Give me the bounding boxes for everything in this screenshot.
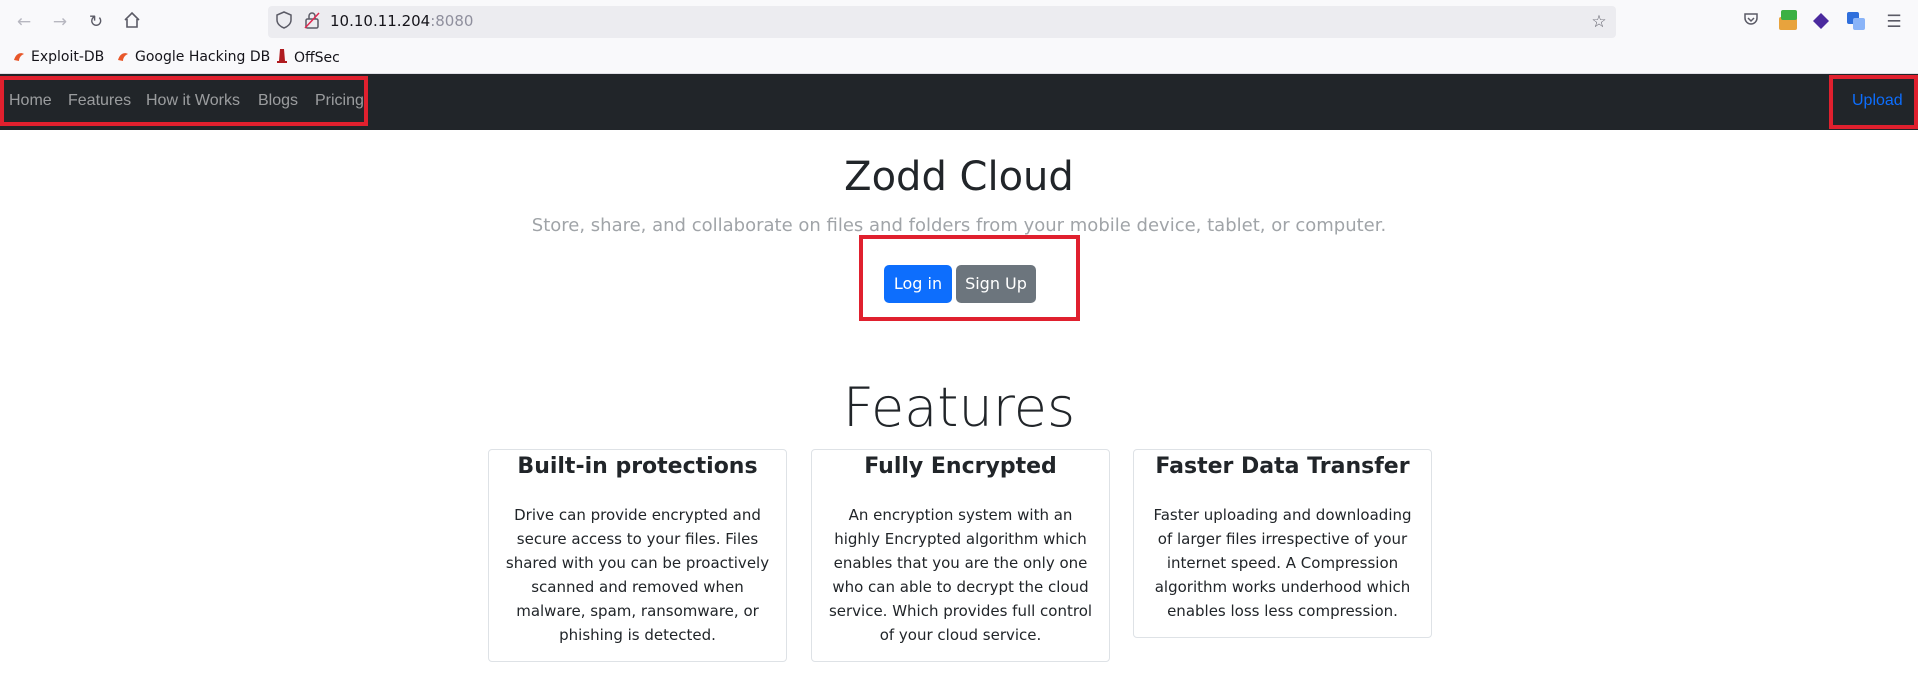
forward-icon[interactable]: → [49,11,71,33]
login-button[interactable]: Log in [884,265,952,303]
feature-card-title: Built-in protections [517,454,758,479]
bookmark-offsec[interactable]: OffSec [276,49,340,66]
feature-card-title: Faster Data Transfer [1155,454,1410,479]
feature-card-text: An encryption system with an highly Encr… [828,506,1093,644]
bookmark-label: OffSec [294,50,340,66]
ghdb-icon [117,50,129,62]
feature-card: Faster Data Transfer Faster uploading an… [1133,449,1432,638]
extension-diamond-icon[interactable] [1812,12,1832,32]
home-icon[interactable] [121,11,143,33]
feature-card-text: Drive can provide encrypted and secure a… [505,506,770,644]
bookmark-exploit-db[interactable]: Exploit-DB [13,49,104,65]
feature-card-text: Faster uploading and downloading of larg… [1153,506,1412,620]
translate-extension-icon[interactable] [1846,11,1866,31]
pocket-icon[interactable] [1740,11,1762,33]
url-port: :8080 [430,12,474,30]
bookmark-label: Exploit-DB [31,49,105,65]
highlight-upload [1829,75,1918,129]
reload-icon[interactable]: ↻ [85,11,107,33]
features-heading: Features [842,376,1076,439]
page-title: Zodd Cloud [844,154,1074,200]
insecure-lock-icon[interactable] [301,11,323,33]
burp-extension-icon[interactable] [1777,9,1797,30]
back-icon[interactable]: ← [13,11,35,33]
page-subtitle: Store, share, and collaborate on files a… [531,215,1387,236]
offsec-icon [276,49,288,63]
shield-icon[interactable] [273,11,295,33]
bookmark-google-hacking-db[interactable]: Google Hacking DB [117,49,270,65]
menu-icon[interactable]: ☰ [1883,11,1905,33]
highlight-nav-links [0,76,368,126]
feature-card-title: Fully Encrypted [864,454,1057,479]
feature-card: Fully Encrypted An encryption system wit… [811,449,1110,662]
exploit-db-icon [13,50,25,62]
bookmark-star-icon[interactable]: ☆ [1588,11,1610,33]
url-host: 10.10.11.204 [330,12,431,30]
url-text[interactable]: 10.10.11.204:8080 [330,12,473,30]
bookmark-label: Google Hacking DB [135,49,271,65]
feature-card: Built-in protections Drive can provide e… [488,449,787,662]
signup-button[interactable]: Sign Up [956,265,1036,303]
